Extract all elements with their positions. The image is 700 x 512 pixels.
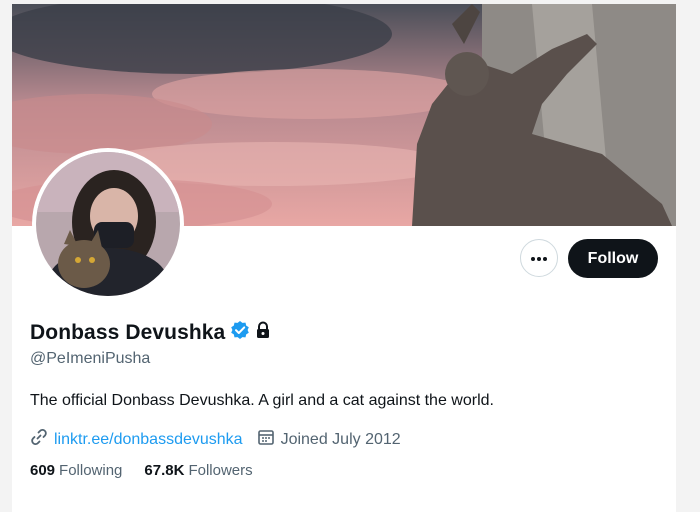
followers-label: Followers — [188, 462, 253, 479]
link-icon — [30, 428, 48, 451]
lock-icon — [255, 321, 271, 344]
following-label: Following — [59, 462, 123, 479]
display-name: Donbass Devushka — [30, 320, 226, 344]
name-row: Donbass Devushka — [30, 320, 271, 345]
profile-bio: The official Donbass Devushka. A girl an… — [30, 392, 494, 409]
more-icon — [530, 249, 548, 267]
profile-card: Follow Donbass Devushka @PeImeniPusha Th… — [12, 4, 676, 512]
following-link[interactable]: 609 Following — [30, 462, 122, 479]
follow-stats: 609 Following 67.8K Followers — [30, 462, 253, 479]
verified-badge-icon[interactable] — [230, 320, 250, 345]
calendar-icon — [257, 428, 275, 451]
more-options-button[interactable] — [520, 239, 558, 277]
profile-meta: linktr.ee/donbassdevushka Joined July 20… — [30, 428, 401, 451]
follow-button[interactable]: Follow — [568, 239, 658, 278]
profile-avatar[interactable] — [32, 148, 184, 300]
profile-link[interactable]: linktr.ee/donbassdevushka — [54, 431, 243, 449]
followers-count: 67.8K — [144, 462, 185, 479]
followers-link[interactable]: 67.8K Followers — [144, 462, 252, 479]
joined-date: Joined July 2012 — [280, 430, 401, 448]
following-count: 609 — [30, 462, 56, 479]
profile-handle: @PeImeniPusha — [30, 350, 151, 367]
